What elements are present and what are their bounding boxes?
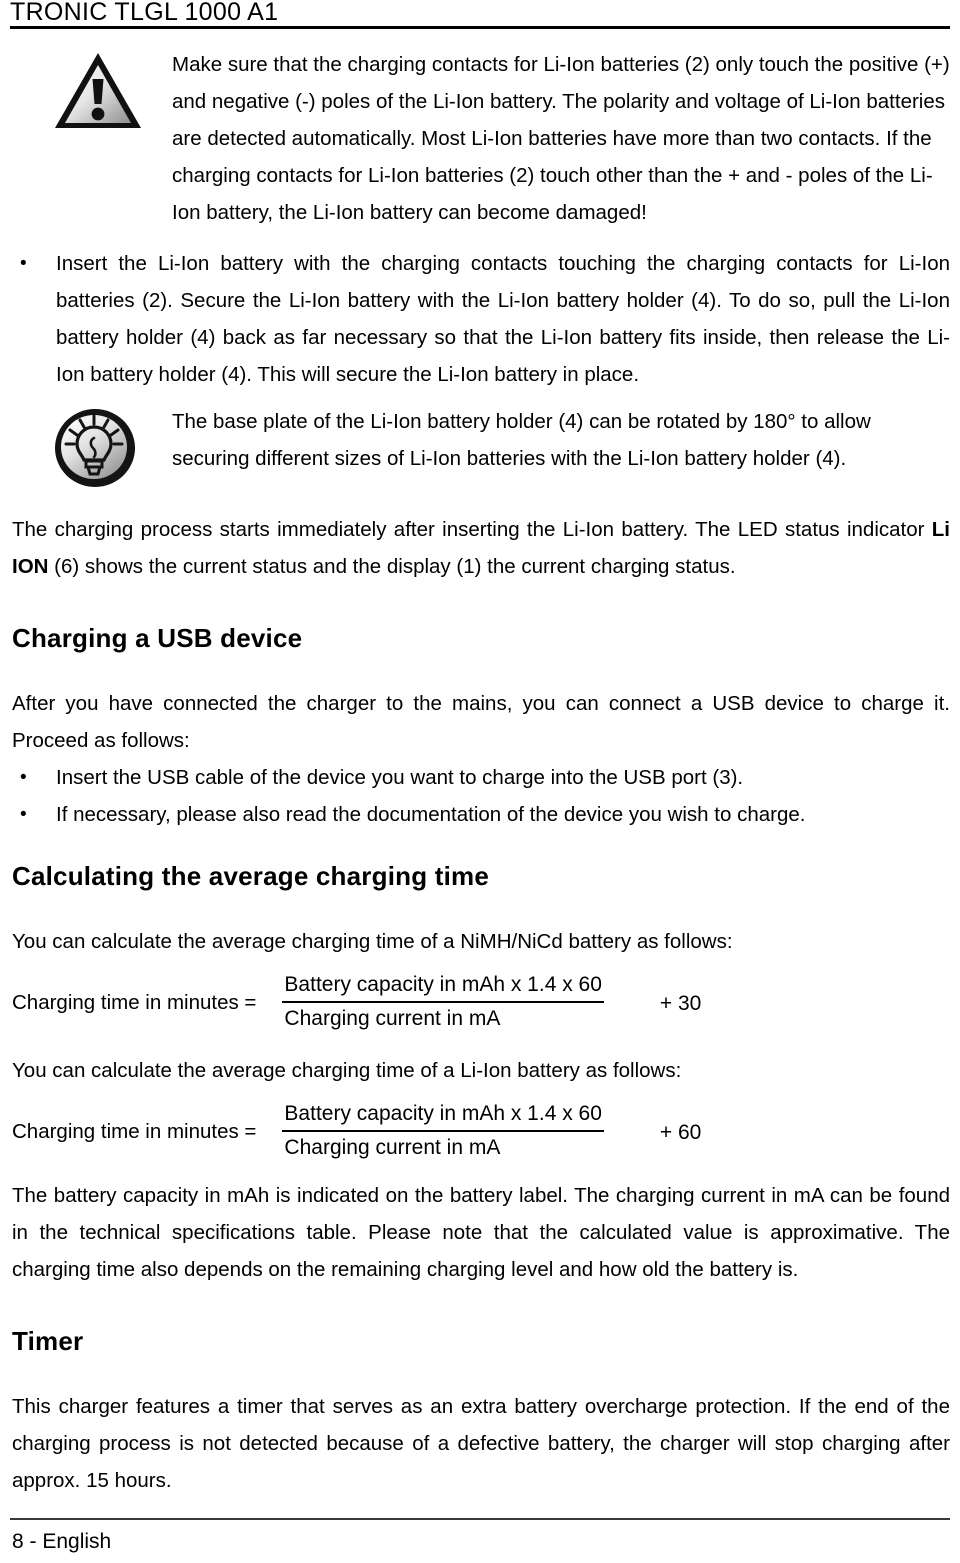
formula-nimh: Charging time in minutes = Battery capac…: [12, 970, 950, 1034]
formula-liion-denominator: Charging current in mA: [284, 1136, 501, 1159]
header-divider: [10, 26, 950, 29]
formula-nimh-denominator: Charging current in mA: [284, 1007, 501, 1030]
warning-note-text: Make sure that the charging contacts for…: [172, 53, 950, 224]
formula-liion-addend: + 60: [659, 1121, 702, 1144]
page-content: Make sure that the charging contacts for…: [12, 46, 950, 1499]
formula-nimh-numerator: Battery capacity in mAh x 1.4 x 60: [282, 971, 604, 1003]
list-item: Insert the USB cable of the device you w…: [12, 759, 950, 796]
formula-liion-label: Charging time in minutes =: [12, 1120, 257, 1143]
page-header-title: TRONIC TLGL 1000 A1: [10, 0, 279, 26]
formula-liion-fraction: Battery capacity in mAh x 1.4 x 60 Charg…: [282, 1100, 604, 1162]
formula-liion-numerator: Battery capacity in mAh x 1.4 x 60: [282, 1100, 604, 1132]
formula-nimh-label: Charging time in minutes =: [12, 991, 257, 1014]
formula-nimh-addend: + 30: [659, 992, 702, 1015]
heading-calculating-average-charging-time: Calculating the average charging time: [12, 861, 489, 891]
formula-nimh-fraction: Battery capacity in mAh x 1.4 x 60 Charg…: [282, 971, 604, 1033]
nimh-formula-intro: You can calculate the average charging t…: [12, 930, 733, 953]
liion-formula-intro: You can calculate the average charging t…: [12, 1059, 682, 1082]
heading-charging-usb-device: Charging a USB device: [12, 623, 303, 653]
list-item: If necessary, please also read the docum…: [12, 796, 950, 833]
charging-process-text-part1: The charging process starts immediately …: [12, 518, 932, 541]
charging-process-text-part2: (6) shows the current status and the dis…: [48, 555, 736, 578]
formula-liion: Charging time in minutes = Battery capac…: [12, 1099, 950, 1163]
lightbulb-tip-icon: [12, 403, 172, 489]
document-page: TRONIC TLGL 1000 A1 Make sure that the c…: [0, 0, 960, 1563]
charging-process-paragraph: The charging process starts immediately …: [12, 511, 950, 585]
timer-paragraph: This charger features a timer that serve…: [12, 1395, 950, 1492]
footer-divider: [10, 1518, 950, 1520]
tip-note-block: The base plate of the Li-Ion battery hol…: [12, 403, 950, 489]
footer-page-label: 8 - English: [12, 1530, 112, 1553]
average-time-outro-paragraph: The battery capacity in mAh is indicated…: [12, 1184, 950, 1281]
usb-instructions-list: Insert the USB cable of the device you w…: [12, 759, 950, 833]
tip-note-text: The base plate of the Li-Ion battery hol…: [172, 410, 871, 470]
usb-intro-paragraph: After you have connected the charger to …: [12, 692, 950, 752]
insert-instructions-list: Insert the Li-Ion battery with the charg…: [12, 245, 950, 393]
heading-timer: Timer: [12, 1326, 84, 1356]
list-item: Insert the Li-Ion battery with the charg…: [12, 245, 950, 393]
warning-triangle-icon: [12, 46, 172, 132]
warning-note-block: Make sure that the charging contacts for…: [12, 46, 950, 231]
